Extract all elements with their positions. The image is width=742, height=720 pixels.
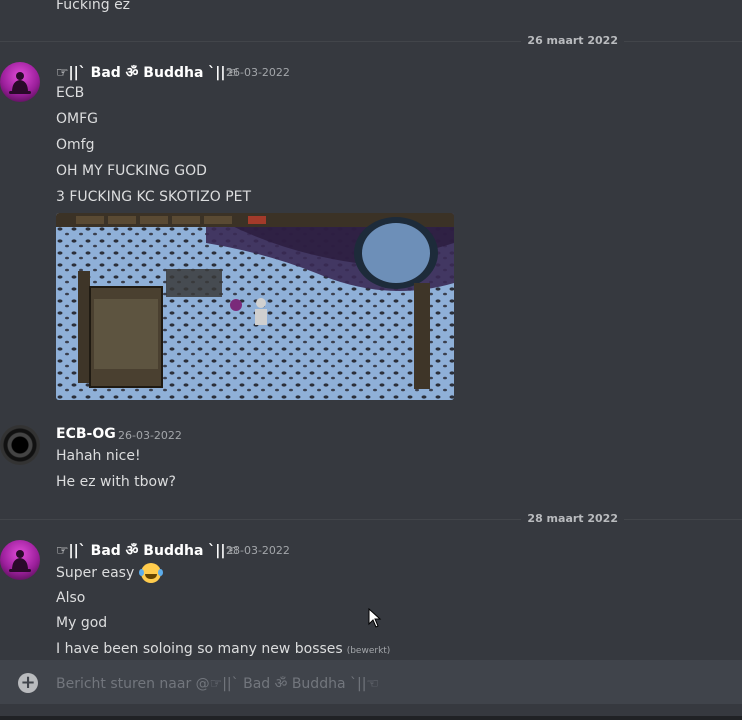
message-text: Also	[56, 590, 86, 606]
author-name[interactable]: ☞||` Bad ॐ Buddha `||☜	[56, 63, 238, 82]
avatar[interactable]	[0, 62, 40, 102]
message-text: Omfg	[56, 137, 95, 153]
message-list[interactable]: Fucking ez 26 maart 2022 ☞||` Bad ॐ Budd…	[0, 0, 742, 660]
image-attachment[interactable]	[56, 213, 454, 400]
message-text: 3 FUCKING KC SKOTIZO PET	[56, 189, 252, 205]
message-text-content: Super easy	[56, 565, 135, 581]
message-text: OMFG	[56, 111, 98, 127]
message-input-placeholder[interactable]: Bericht sturen naar @☞||` Bad ॐ Buddha `…	[56, 674, 379, 693]
game-screenshot-image	[56, 213, 454, 400]
message-text: My god	[56, 615, 108, 631]
message-text: Hahah nice!	[56, 448, 141, 464]
author-name[interactable]: ECB-OG	[56, 426, 116, 442]
message-timestamp: 28-03-2022	[226, 544, 290, 557]
message-text: ECB	[56, 85, 85, 101]
add-attachment-button[interactable]: +	[18, 673, 38, 693]
message-timestamp: 26-03-2022	[118, 429, 182, 442]
buddha-icon	[9, 72, 31, 94]
message-text: Fucking ez	[56, 0, 131, 13]
date-divider	[0, 41, 742, 42]
window-edge	[0, 716, 742, 720]
date-divider-label: 28 maart 2022	[521, 512, 624, 526]
message-text: OH MY FUCKING GOD	[56, 163, 207, 179]
message-text: He ez with tbow?	[56, 474, 176, 490]
date-divider-label: 26 maart 2022	[521, 34, 624, 48]
message-text: Super easy	[56, 563, 163, 583]
author-name[interactable]: ☞||` Bad ॐ Buddha `||☜	[56, 541, 238, 560]
message-text-content: I have been soloing so many new bosses	[56, 641, 343, 657]
joy-emoji-icon	[138, 563, 163, 583]
message-text: I have been soloing so many new bosses (b…	[56, 640, 390, 660]
mouse-cursor-icon	[368, 608, 382, 628]
edited-label: (bewerkt)	[346, 646, 391, 656]
message-timestamp: 26-03-2022	[226, 66, 290, 79]
avatar[interactable]	[0, 425, 40, 465]
date-divider	[0, 519, 742, 520]
buddha-icon	[9, 550, 31, 572]
avatar[interactable]	[0, 540, 40, 580]
message-composer[interactable]: + Bericht sturen naar @☞||` Bad ॐ Buddha…	[0, 660, 742, 704]
